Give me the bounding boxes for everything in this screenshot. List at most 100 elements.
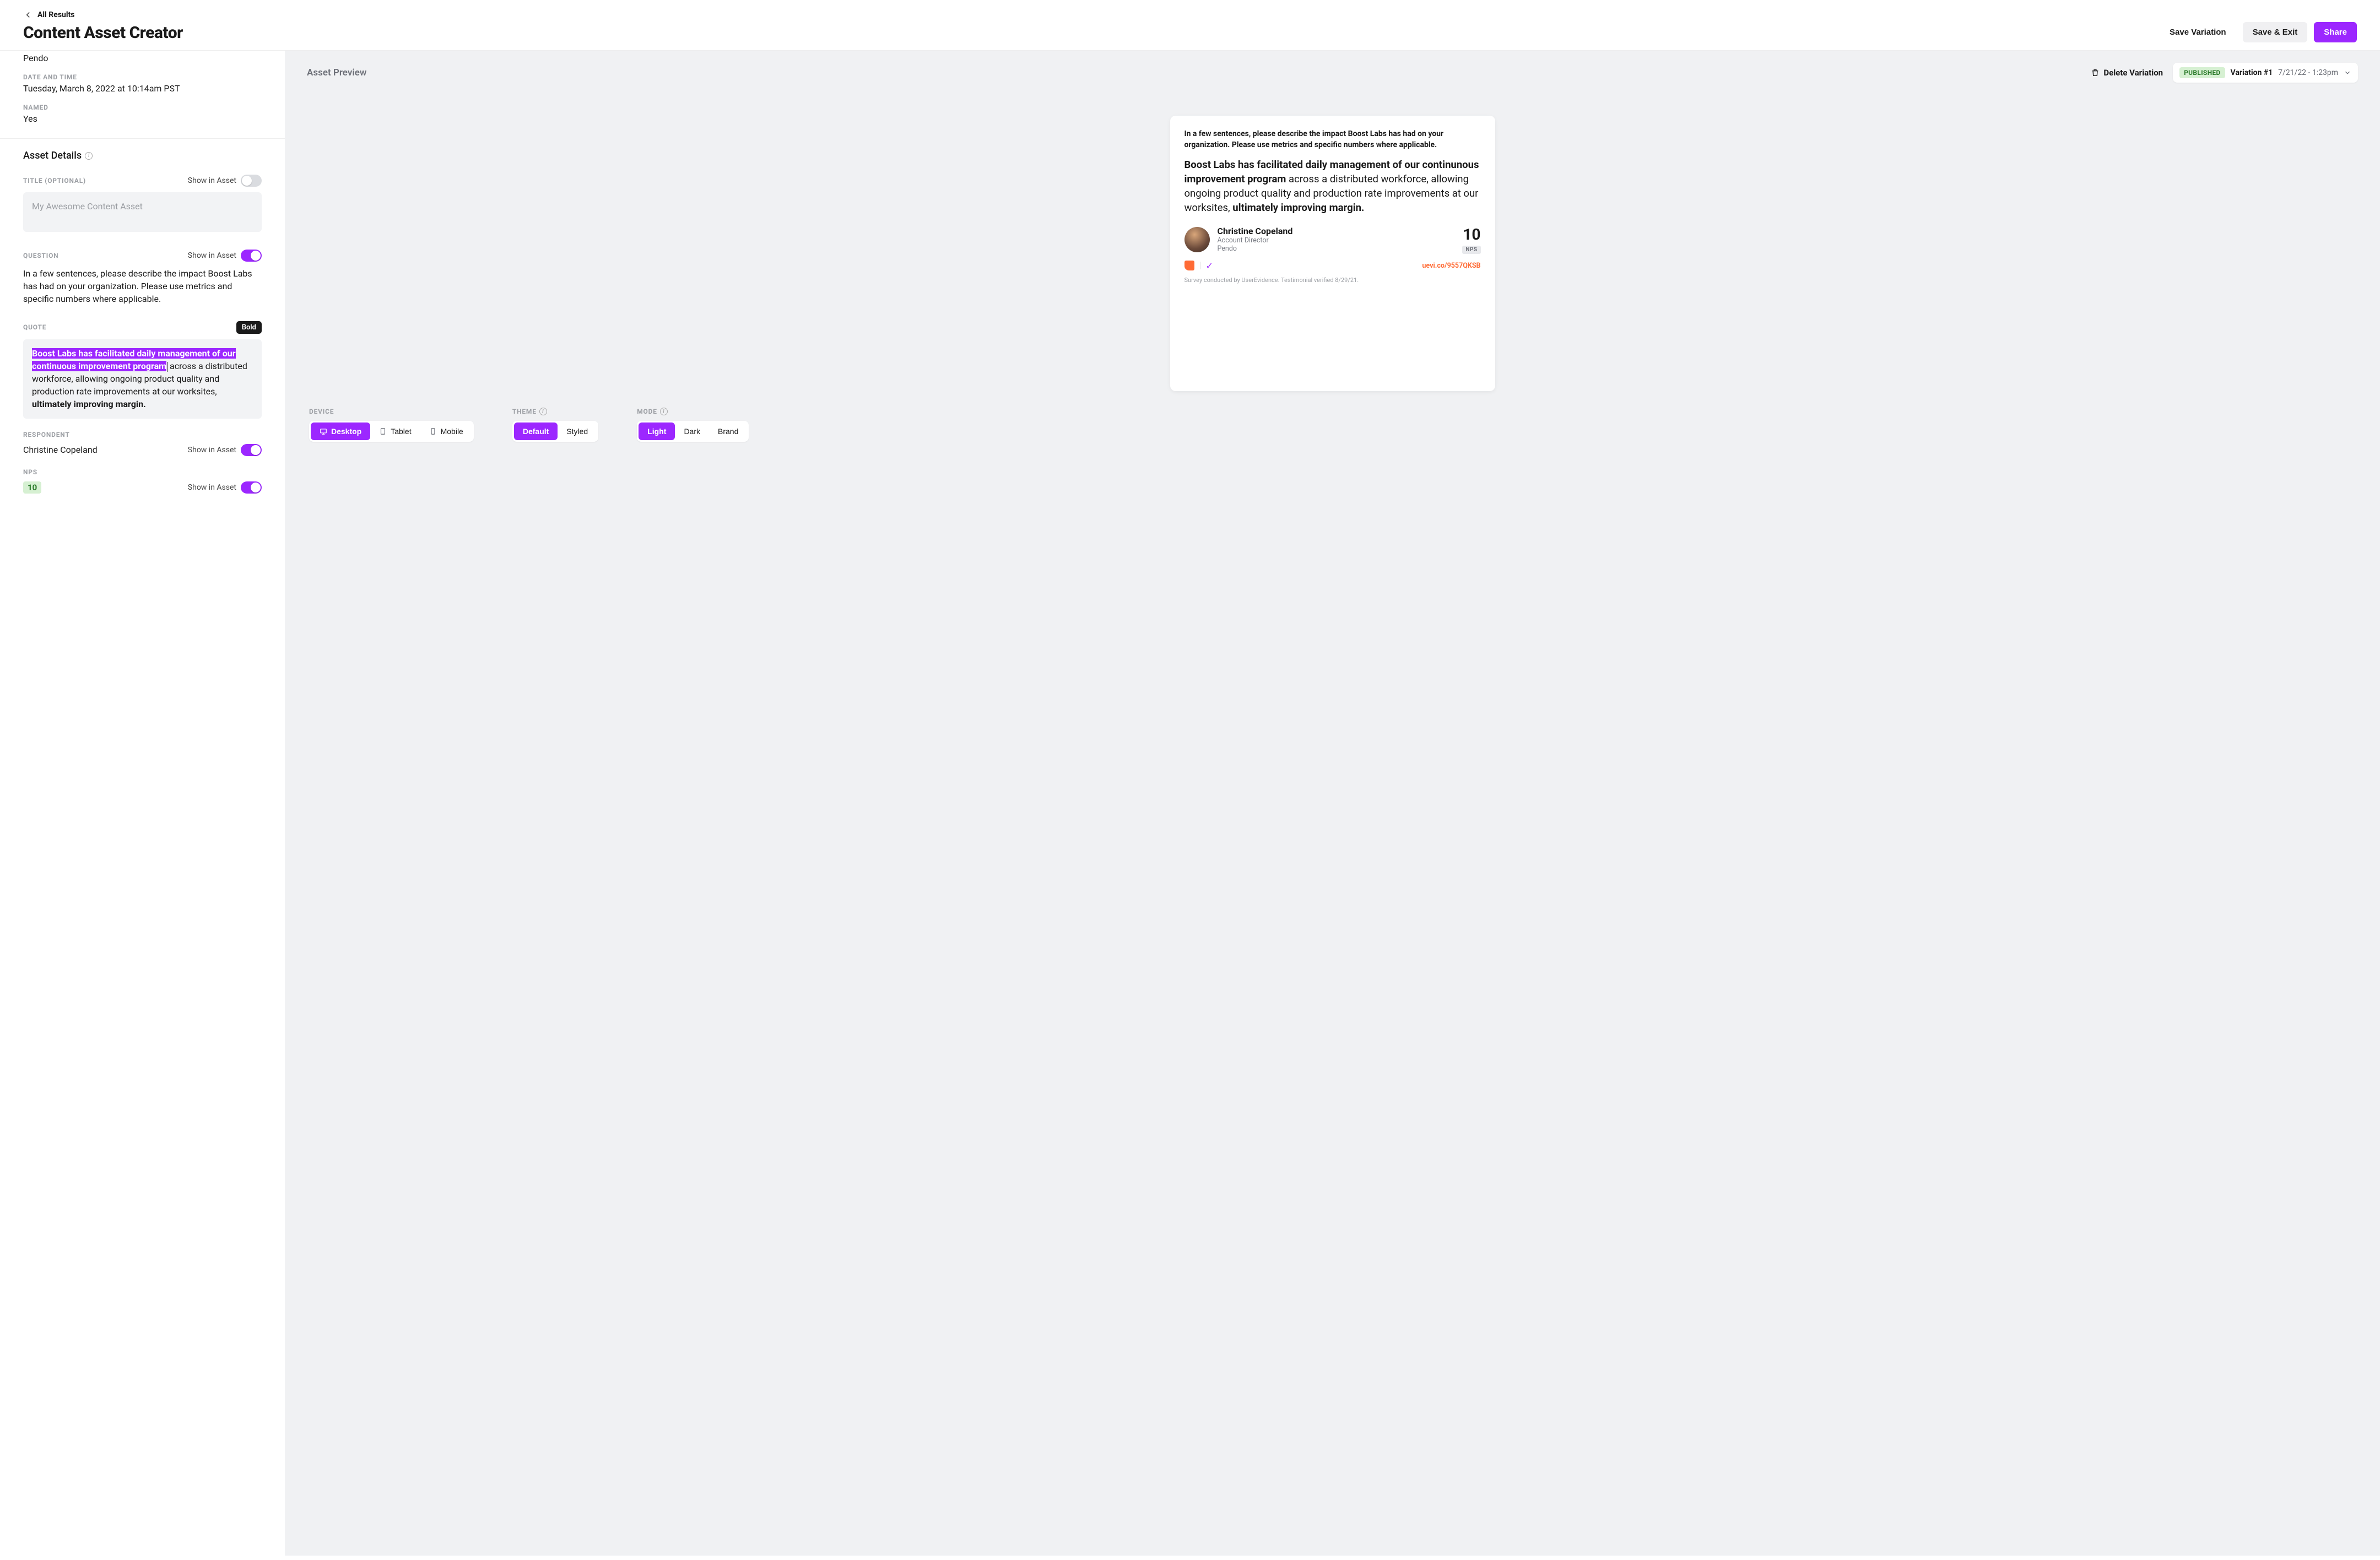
status-badge: PUBLISHED [2179, 67, 2225, 78]
person-name: Christine Copeland [1218, 226, 1293, 236]
mode-label: MODEi [637, 408, 749, 415]
left-panel: Pendo DATE AND TIME Tuesday, March 8, 20… [0, 51, 285, 1556]
asset-quote: Boost Labs has facilitated daily managem… [1184, 158, 1481, 215]
nps-field-row: NPS [23, 468, 262, 476]
respondent-show-in-asset: Show in Asset [188, 444, 262, 456]
save-variation-button[interactable]: Save Variation [2160, 22, 2236, 42]
respondent-label: RESPONDENT [23, 431, 70, 438]
respondent-value-row: Christine Copeland Show in Asset [23, 444, 262, 456]
main-layout: Pendo DATE AND TIME Tuesday, March 8, 20… [0, 51, 2380, 1556]
theme-styled-button[interactable]: Styled [558, 422, 597, 440]
quote-field-row: QUOTE Bold [23, 321, 262, 334]
chevron-down-icon [2344, 69, 2351, 77]
mode-seg-control: Light Dark Brand [637, 421, 749, 442]
delete-variation-button[interactable]: Delete Variation [2091, 68, 2163, 78]
info-icon[interactable]: i [660, 408, 668, 415]
question-show-in-asset: Show in Asset [188, 250, 262, 262]
title-field-row: TITLE (OPTIONAL) Show in Asset [23, 175, 262, 187]
device-tablet-button[interactable]: Tablet [370, 422, 420, 440]
device-mobile-button[interactable]: Mobile [420, 422, 472, 440]
right-panel: Asset Preview Delete Variation PUBLISHED… [285, 51, 2380, 1556]
asset-footer: Christine Copeland Account Director Pend… [1184, 225, 1481, 254]
back-link[interactable]: All Results [23, 10, 2357, 20]
logos: ✓ [1184, 261, 1213, 271]
device-seg-control: Desktop Tablet Mobile [309, 421, 474, 442]
nps-score-section: 10 NPS [1462, 225, 1480, 254]
asset-question: In a few sentences, please describe the … [1184, 129, 1481, 150]
back-link-label: All Results [37, 10, 75, 19]
mode-control-group: MODEi Light Dark Brand [637, 408, 749, 442]
variation-date: 7/21/22 - 1:23pm [2278, 68, 2338, 77]
section-divider [0, 138, 285, 139]
question-field-row: QUESTION Show in Asset [23, 250, 262, 262]
datetime-block: DATE AND TIME Tuesday, March 8, 2022 at … [23, 71, 262, 101]
page-title: Content Asset Creator [23, 23, 2357, 42]
preview-actions: Delete Variation PUBLISHED Variation #1 … [2091, 63, 2358, 83]
datetime-label: DATE AND TIME [23, 73, 262, 81]
asset-card: In a few sentences, please describe the … [1170, 116, 1495, 391]
share-button[interactable]: Share [2314, 22, 2357, 42]
bottom-controls: DEVICE Desktop Tablet Mobile [307, 408, 2358, 442]
person-info: Christine Copeland Account Director Pend… [1218, 226, 1293, 253]
nps-tag: NPS [1462, 246, 1480, 254]
mode-dark-button[interactable]: Dark [675, 422, 709, 440]
asset-disclaimer: Survey conducted by UserEvidence. Testim… [1184, 277, 1481, 284]
page-header: All Results Content Asset Creator Save V… [0, 0, 2380, 51]
variation-dropdown[interactable]: PUBLISHED Variation #1 7/21/22 - 1:23pm [2173, 63, 2358, 83]
nps-label: NPS [23, 468, 37, 476]
theme-label: THEMEi [512, 408, 598, 415]
nps-badge: 10 [23, 481, 41, 494]
company-value: Pendo [23, 53, 262, 63]
theme-seg-control: Default Styled [512, 421, 598, 442]
named-block: NAMED Yes [23, 101, 262, 132]
info-icon[interactable]: i [539, 408, 547, 415]
question-label: QUESTION [23, 252, 58, 259]
arrow-left-icon [23, 10, 33, 20]
person-role: Account Director [1218, 236, 1293, 245]
question-text: In a few sentences, please describe the … [23, 267, 262, 306]
company-block: Pendo [23, 51, 262, 71]
mode-brand-button[interactable]: Brand [709, 422, 747, 440]
mobile-icon [429, 427, 437, 435]
named-label: NAMED [23, 104, 262, 111]
device-label: DEVICE [309, 408, 474, 415]
avatar [1184, 227, 1210, 252]
asset-details-title: Asset Details i [23, 150, 262, 161]
variation-name: Variation #1 [2231, 68, 2273, 77]
question-toggle[interactable] [241, 250, 262, 262]
device-desktop-button[interactable]: Desktop [311, 422, 370, 440]
title-show-in-asset: Show in Asset [188, 175, 262, 187]
quote-label: QUOTE [23, 323, 46, 331]
bold-tooltip: Bold [236, 321, 262, 334]
brand-logo-icon [1184, 261, 1194, 270]
short-link: uevi.co/9557QKSB [1422, 262, 1480, 270]
title-input[interactable] [23, 192, 262, 232]
asset-bottom: ✓ uevi.co/9557QKSB [1184, 261, 1481, 271]
info-icon[interactable]: i [85, 152, 93, 160]
theme-control-group: THEMEi Default Styled [512, 408, 598, 442]
nps-value-row: 10 Show in Asset [23, 481, 262, 494]
respondent-toggle[interactable] [241, 444, 262, 456]
device-control-group: DEVICE Desktop Tablet Mobile [309, 408, 474, 442]
quote-input[interactable]: Boost Labs has facilitated daily managem… [23, 339, 262, 419]
nps-score: 10 [1462, 225, 1480, 243]
desktop-icon [320, 427, 327, 435]
tablet-icon [379, 427, 387, 435]
preview-header: Asset Preview Delete Variation PUBLISHED… [307, 63, 2358, 83]
mode-light-button[interactable]: Light [639, 422, 675, 440]
nps-toggle[interactable] [241, 481, 262, 494]
theme-default-button[interactable]: Default [514, 422, 558, 440]
header-actions: Save Variation Save & Exit Share [2160, 22, 2357, 42]
named-value: Yes [23, 113, 262, 124]
preview-area: In a few sentences, please describe the … [307, 94, 2358, 391]
nps-show-in-asset: Show in Asset [188, 481, 262, 494]
save-exit-button[interactable]: Save & Exit [2243, 22, 2308, 42]
title-label: TITLE (OPTIONAL) [23, 177, 86, 185]
title-toggle[interactable] [241, 175, 262, 187]
preview-title: Asset Preview [307, 67, 366, 78]
datetime-value: Tuesday, March 8, 2022 at 10:14am PST [23, 83, 262, 94]
respondent-value: Christine Copeland [23, 445, 98, 455]
respondent-field-row: RESPONDENT [23, 431, 262, 438]
trash-icon [2091, 68, 2100, 77]
person-company: Pendo [1218, 245, 1293, 253]
